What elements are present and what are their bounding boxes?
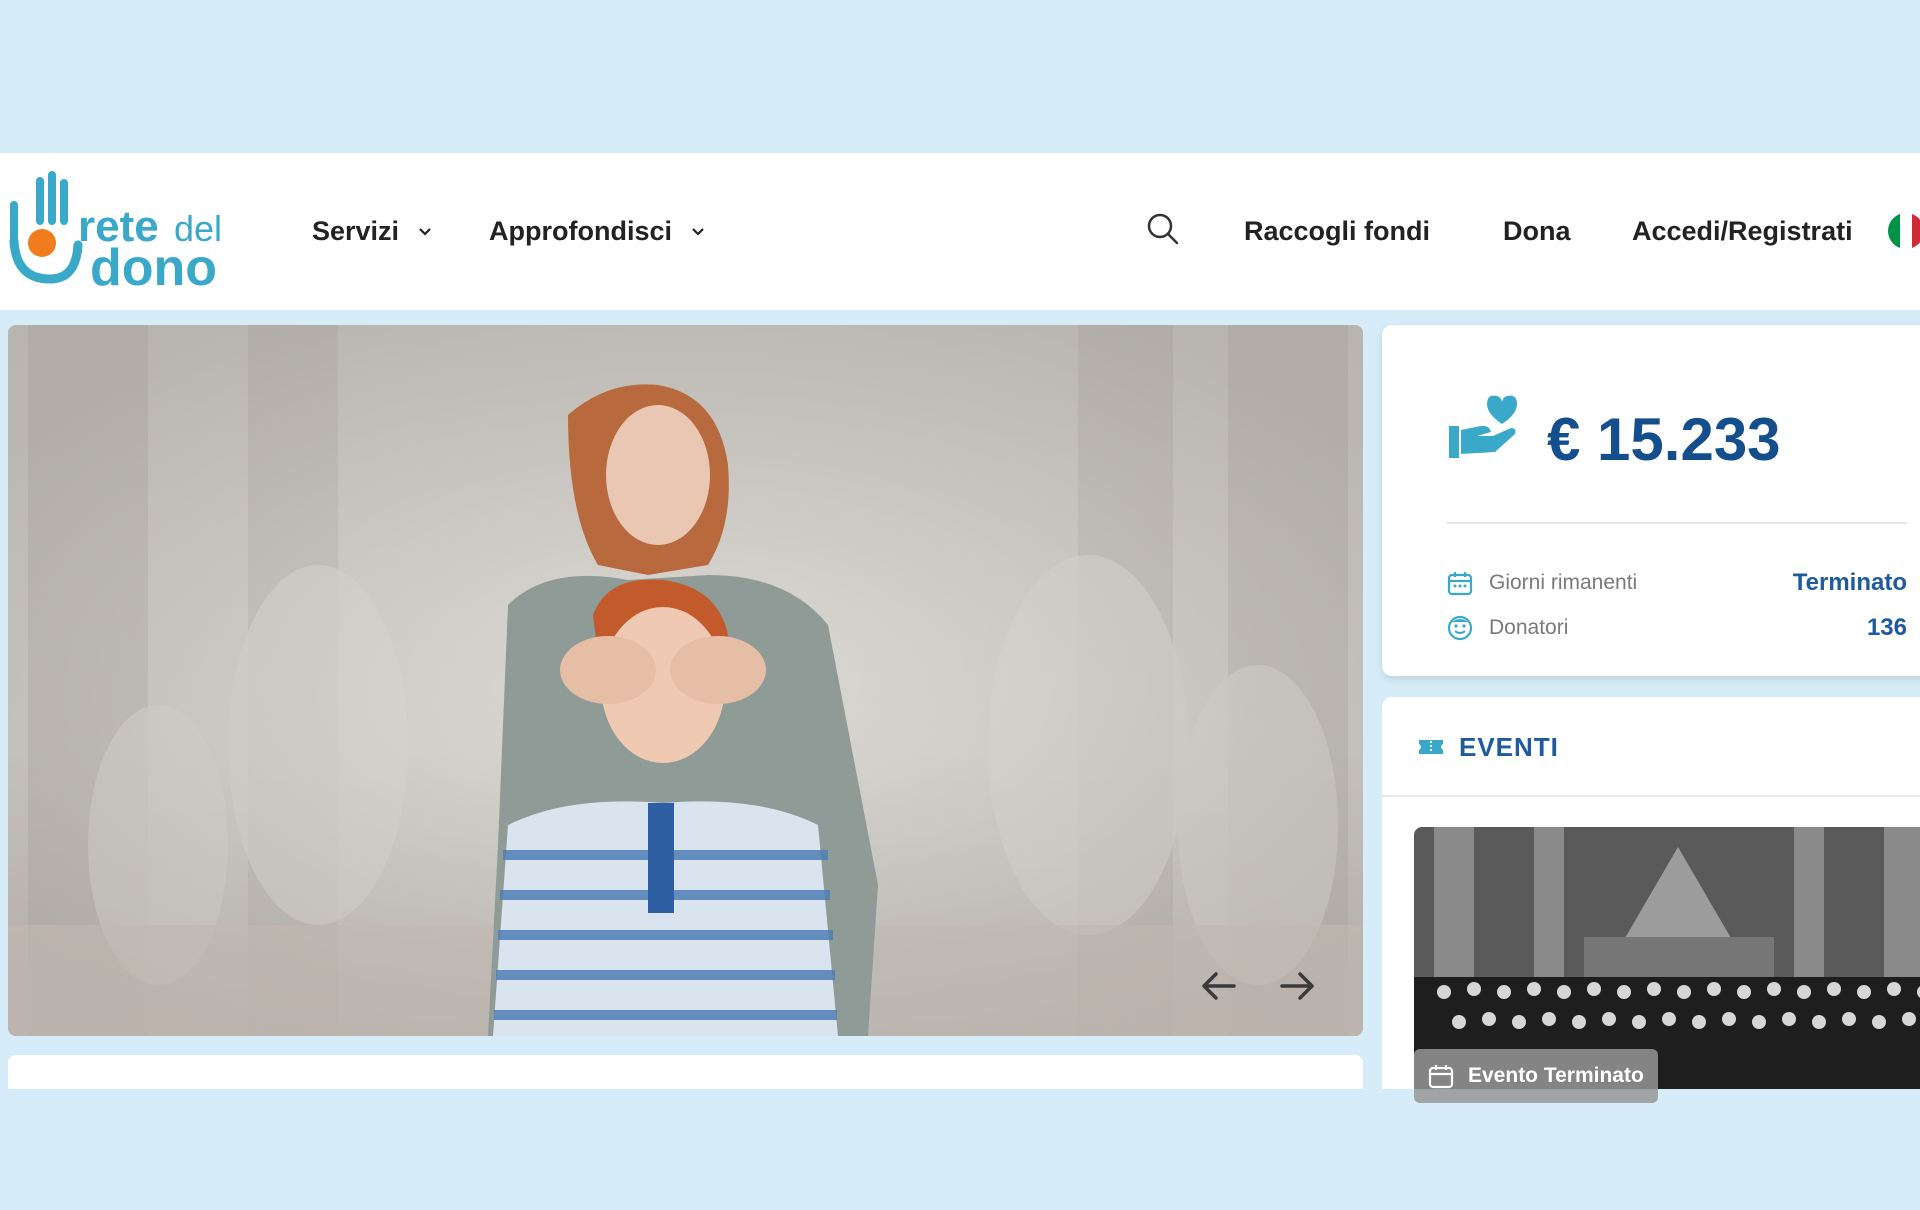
chevron-down-icon	[692, 227, 704, 236]
top-navbar: rete del dono Servizi Approfondisci Racc…	[0, 153, 1920, 310]
arrow-right-icon[interactable]	[1274, 962, 1322, 1010]
nav-approfondisci-label: Approfondisci	[489, 216, 672, 246]
event-status-badge: Evento Terminato	[1414, 1049, 1658, 1103]
stat-label: Giorni rimanenti	[1489, 571, 1638, 594]
events-card: EVENTI Evento Terminato	[1382, 697, 1920, 1103]
ticket-icon	[1419, 740, 1443, 754]
campaign-details-card	[8, 1055, 1363, 1089]
funds-raised-card: € 15.233 Giorni rimanenti Terminato Dona…	[1382, 325, 1920, 676]
search-icon[interactable]	[1145, 211, 1181, 247]
event-badge-label: Evento Terminato	[1468, 1064, 1644, 1087]
stat-label: Donatori	[1489, 616, 1569, 639]
retedeldono-logo[interactable]: rete del dono	[6, 171, 230, 297]
nav-accedi-label: Accedi/Registrati	[1632, 216, 1853, 246]
nav-dona[interactable]: Dona	[1503, 153, 1571, 310]
funds-amount: € 15.233	[1547, 406, 1781, 473]
stat-giorni-rimanenti: Giorni rimanenti Terminato	[1447, 568, 1907, 598]
stat-value: Terminato	[1792, 569, 1907, 596]
stat-value: 136	[1866, 614, 1907, 641]
nav-dona-label: Dona	[1503, 216, 1571, 246]
divider	[1447, 522, 1907, 524]
nav-raccogli-fondi-label: Raccogli fondi	[1244, 216, 1431, 246]
nav-servizi-label: Servizi	[312, 216, 400, 246]
campaign-hero-image	[8, 325, 1363, 1036]
smiley-icon	[1447, 615, 1473, 641]
nav-accedi-registrati[interactable]: Accedi/Registrati	[1632, 153, 1853, 310]
nav-raccogli-fondi[interactable]: Raccogli fondi	[1244, 153, 1430, 310]
italian-flag-icon[interactable]	[1888, 213, 1920, 249]
hero-photo	[8, 325, 1363, 1036]
calendar-icon	[1447, 572, 1473, 596]
arrow-left-icon[interactable]	[1194, 962, 1242, 1010]
nav-servizi[interactable]: Servizi	[312, 153, 433, 310]
chevron-down-icon	[419, 227, 431, 236]
donation-hand-heart-icon	[1449, 395, 1517, 458]
nav-approfondisci[interactable]: Approfondisci	[489, 153, 706, 310]
calendar-icon	[1428, 1065, 1454, 1089]
divider	[1382, 795, 1920, 797]
stat-donatori: Donatori 136	[1447, 613, 1907, 643]
svg-text:dono: dono	[90, 239, 217, 289]
events-header: EVENTI	[1417, 727, 1559, 767]
events-title: EVENTI	[1459, 731, 1559, 762]
